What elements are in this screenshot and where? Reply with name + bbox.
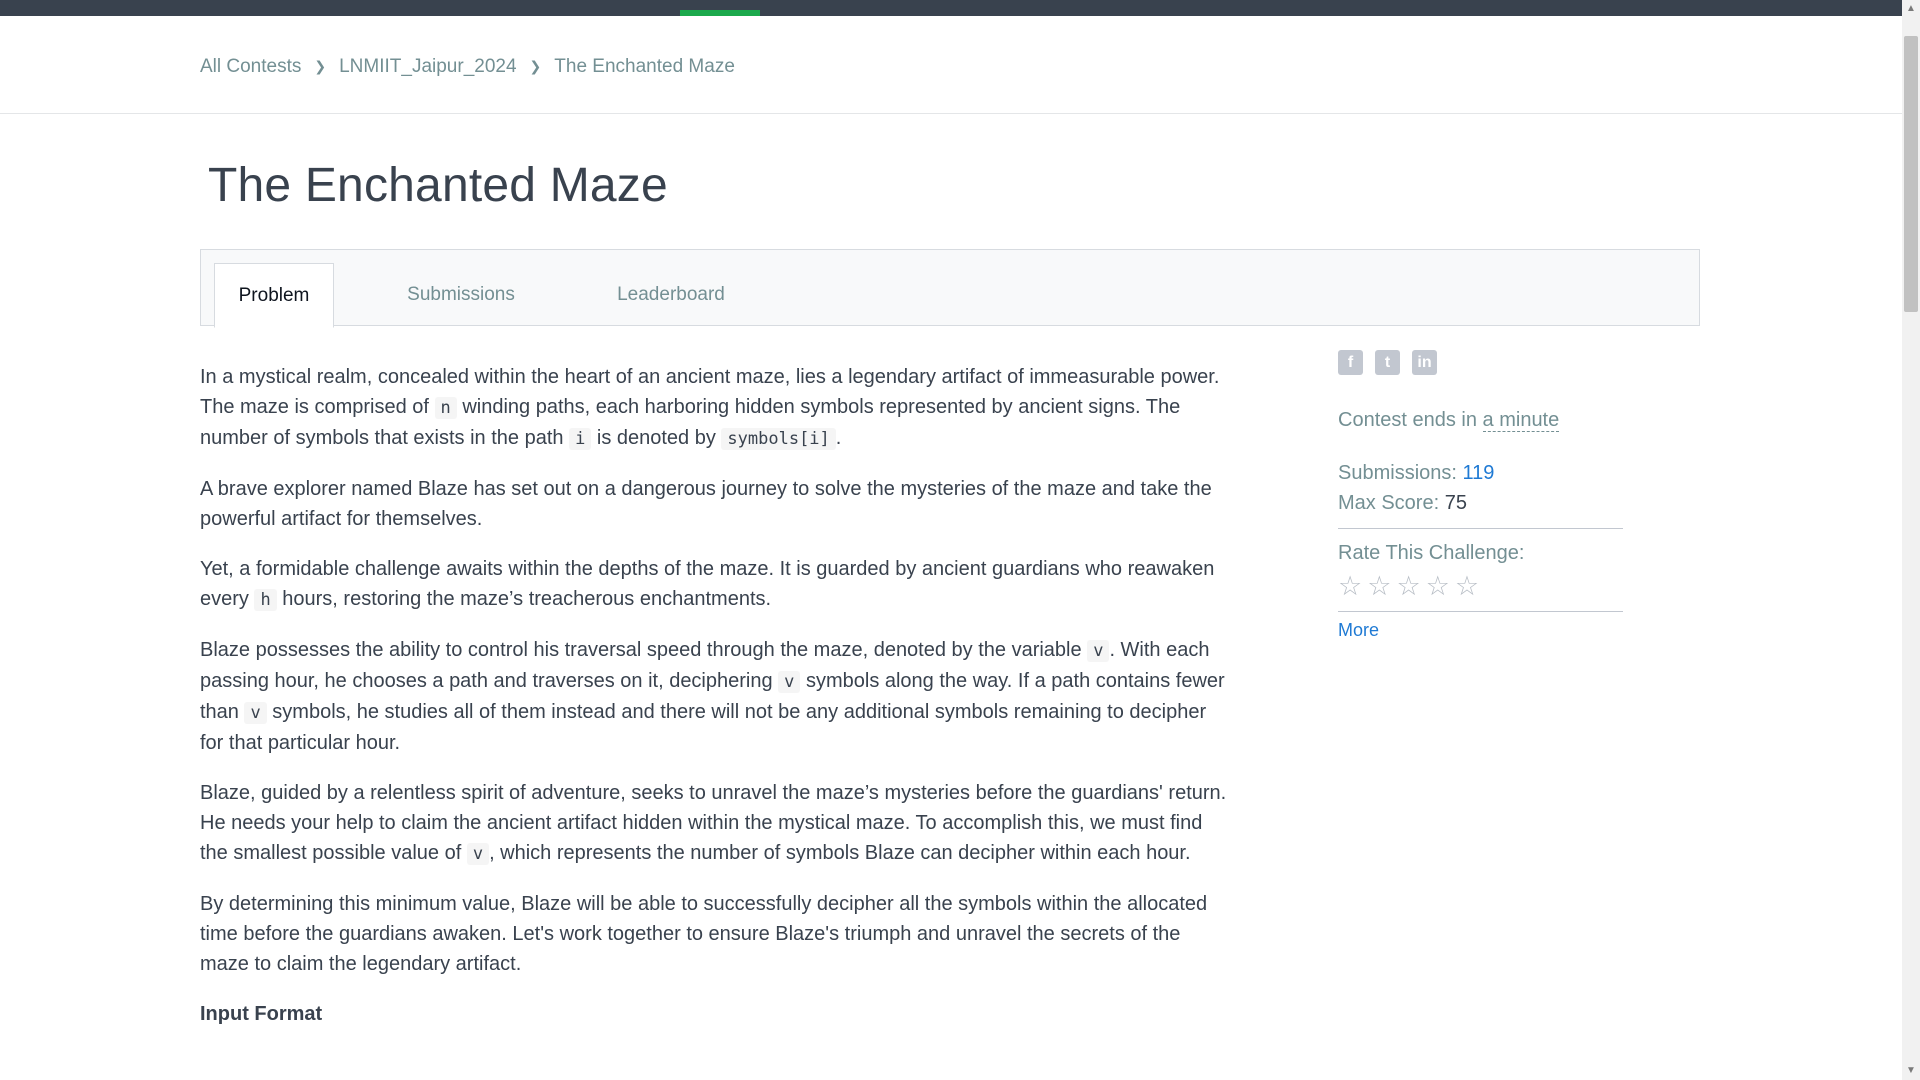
star-icon[interactable]: ☆ (1396, 571, 1420, 601)
problem-paragraph: A brave explorer named Blaze has set out… (200, 478, 1212, 530)
sidebar-divider (1338, 528, 1623, 529)
text-run: symbols, he studies all of them instead … (200, 701, 1207, 754)
text-run: . (835, 427, 842, 449)
scrollbar-thumb[interactable] (1904, 36, 1918, 312)
inline-code: h (254, 589, 277, 611)
breadcrumb-current: The Enchanted Maze (554, 56, 735, 77)
max-score-value: 75 (1444, 492, 1467, 514)
twitter-icon[interactable]: t (1375, 350, 1400, 375)
top-nav-bar (0, 0, 1902, 16)
chevron-right-icon: ❯ (529, 57, 542, 74)
breadcrumb-bar: All Contests ❯ LNMIIT_Jaipur_2024 ❯ The … (0, 16, 1902, 114)
breadcrumb: All Contests ❯ LNMIIT_Jaipur_2024 ❯ The … (200, 56, 735, 78)
max-score-stat: Max Score: 75 (1338, 488, 1623, 518)
input-format-heading: Input Format (200, 1003, 323, 1025)
sidebar-divider (1338, 611, 1623, 612)
star-icon[interactable]: ☆ (1367, 571, 1391, 601)
max-score-label: Max Score: (1338, 492, 1440, 514)
scroll-down-arrow-icon[interactable]: ▼ (1906, 1066, 1916, 1076)
breadcrumb-contest[interactable]: LNMIIT_Jaipur_2024 (339, 56, 516, 78)
problem-paragraph: By determining this minimum value, Blaze… (200, 893, 1208, 975)
problem-paragraph: Yet, a formidable challenge awaits withi… (200, 554, 1230, 615)
inline-code: n (434, 397, 457, 419)
inline-code: v (244, 702, 267, 724)
text-run: , which represents the number of symbols… (489, 842, 1191, 864)
contest-ends-timer: Contest ends in a minute (1338, 409, 1623, 432)
text-run: Blaze possesses the ability to control h… (200, 639, 1088, 661)
text-run: is denoted by (591, 427, 722, 449)
tab-leaderboard[interactable]: Leaderboard (601, 263, 741, 327)
chevron-right-icon: ❯ (314, 57, 327, 74)
star-icon[interactable]: ☆ (1338, 571, 1362, 601)
more-link[interactable]: More (1338, 620, 1623, 641)
linkedin-icon[interactable]: in (1412, 350, 1437, 375)
breadcrumb-all-contests[interactable]: All Contests (200, 56, 301, 78)
tab-submissions[interactable]: Submissions (386, 263, 536, 327)
challenge-stats: Submissions: 119 Max Score: 75 (1338, 458, 1623, 518)
submissions-count-link[interactable]: 119 (1463, 462, 1495, 484)
submissions-label: Submissions: (1338, 462, 1457, 484)
facebook-icon[interactable]: f (1338, 350, 1363, 375)
rating-stars: ☆ ☆ ☆ ☆ ☆ (1338, 571, 1623, 601)
problem-paragraph: In a mystical realm, concealed within th… (200, 362, 1230, 454)
inline-code: symbols[i] (721, 428, 836, 450)
inline-code: v (466, 843, 490, 865)
challenge-tabs: Problem Submissions Leaderboard (200, 249, 1700, 328)
star-icon[interactable]: ☆ (1455, 571, 1479, 601)
problem-paragraph: Blaze possesses the ability to control h… (200, 635, 1230, 758)
submissions-stat: Submissions: 119 (1338, 458, 1623, 488)
inline-code: v (1087, 640, 1110, 662)
page-scrollbar[interactable]: ▲ ▼ (1902, 0, 1920, 1080)
contest-ends-label: Contest ends in (1338, 409, 1483, 431)
star-icon[interactable]: ☆ (1426, 571, 1450, 601)
problem-paragraph: Blaze, guided by a relentless spirit of … (200, 778, 1230, 869)
page-title: The Enchanted Maze (208, 159, 668, 212)
challenge-sidebar: f t in Contest ends in a minute Submissi… (1338, 350, 1623, 641)
scroll-up-arrow-icon[interactable]: ▲ (1906, 4, 1916, 14)
inline-code: v (778, 671, 801, 693)
text-run: hours, restoring the maze’s treacherous … (276, 588, 772, 610)
rate-challenge-label: Rate This Challenge: (1338, 542, 1525, 564)
tab-problem[interactable]: Problem (214, 263, 334, 328)
contest-ends-value: a minute (1482, 409, 1560, 432)
inline-code: i (569, 428, 592, 450)
problem-statement: In a mystical realm, concealed within th… (200, 362, 1230, 1029)
share-icons: f t in (1338, 350, 1623, 375)
